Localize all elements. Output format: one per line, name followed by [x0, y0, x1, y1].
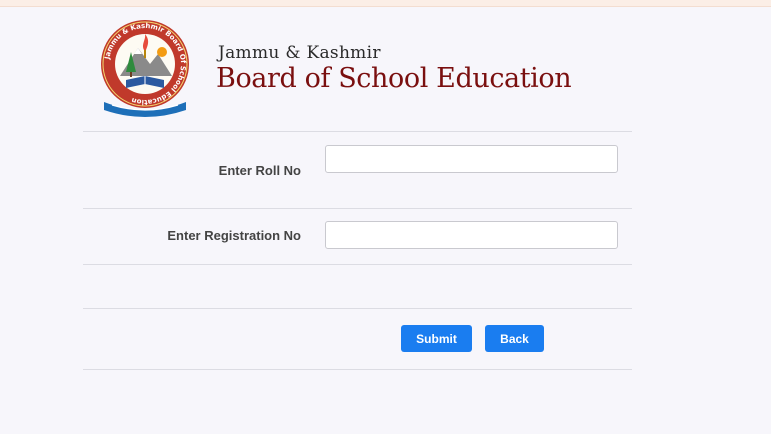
registration-no-label: Enter Registration No [167, 228, 301, 243]
jkbose-logo: Jammu & Kashmir Board Of School Educatio… [101, 20, 189, 117]
divider [83, 208, 632, 209]
submit-button[interactable]: Submit [401, 325, 472, 352]
roll-no-label: Enter Roll No [218, 163, 301, 178]
roll-no-input[interactable] [325, 145, 618, 173]
divider [83, 131, 632, 132]
registration-no-input[interactable] [325, 221, 618, 249]
divider [83, 369, 632, 370]
org-name-line1: Jammu & Kashmir [218, 43, 381, 63]
back-button[interactable]: Back [485, 325, 544, 352]
top-strip [0, 0, 771, 7]
org-name-line2: Board of School Education [216, 63, 572, 94]
divider [83, 308, 632, 309]
divider [83, 264, 632, 265]
